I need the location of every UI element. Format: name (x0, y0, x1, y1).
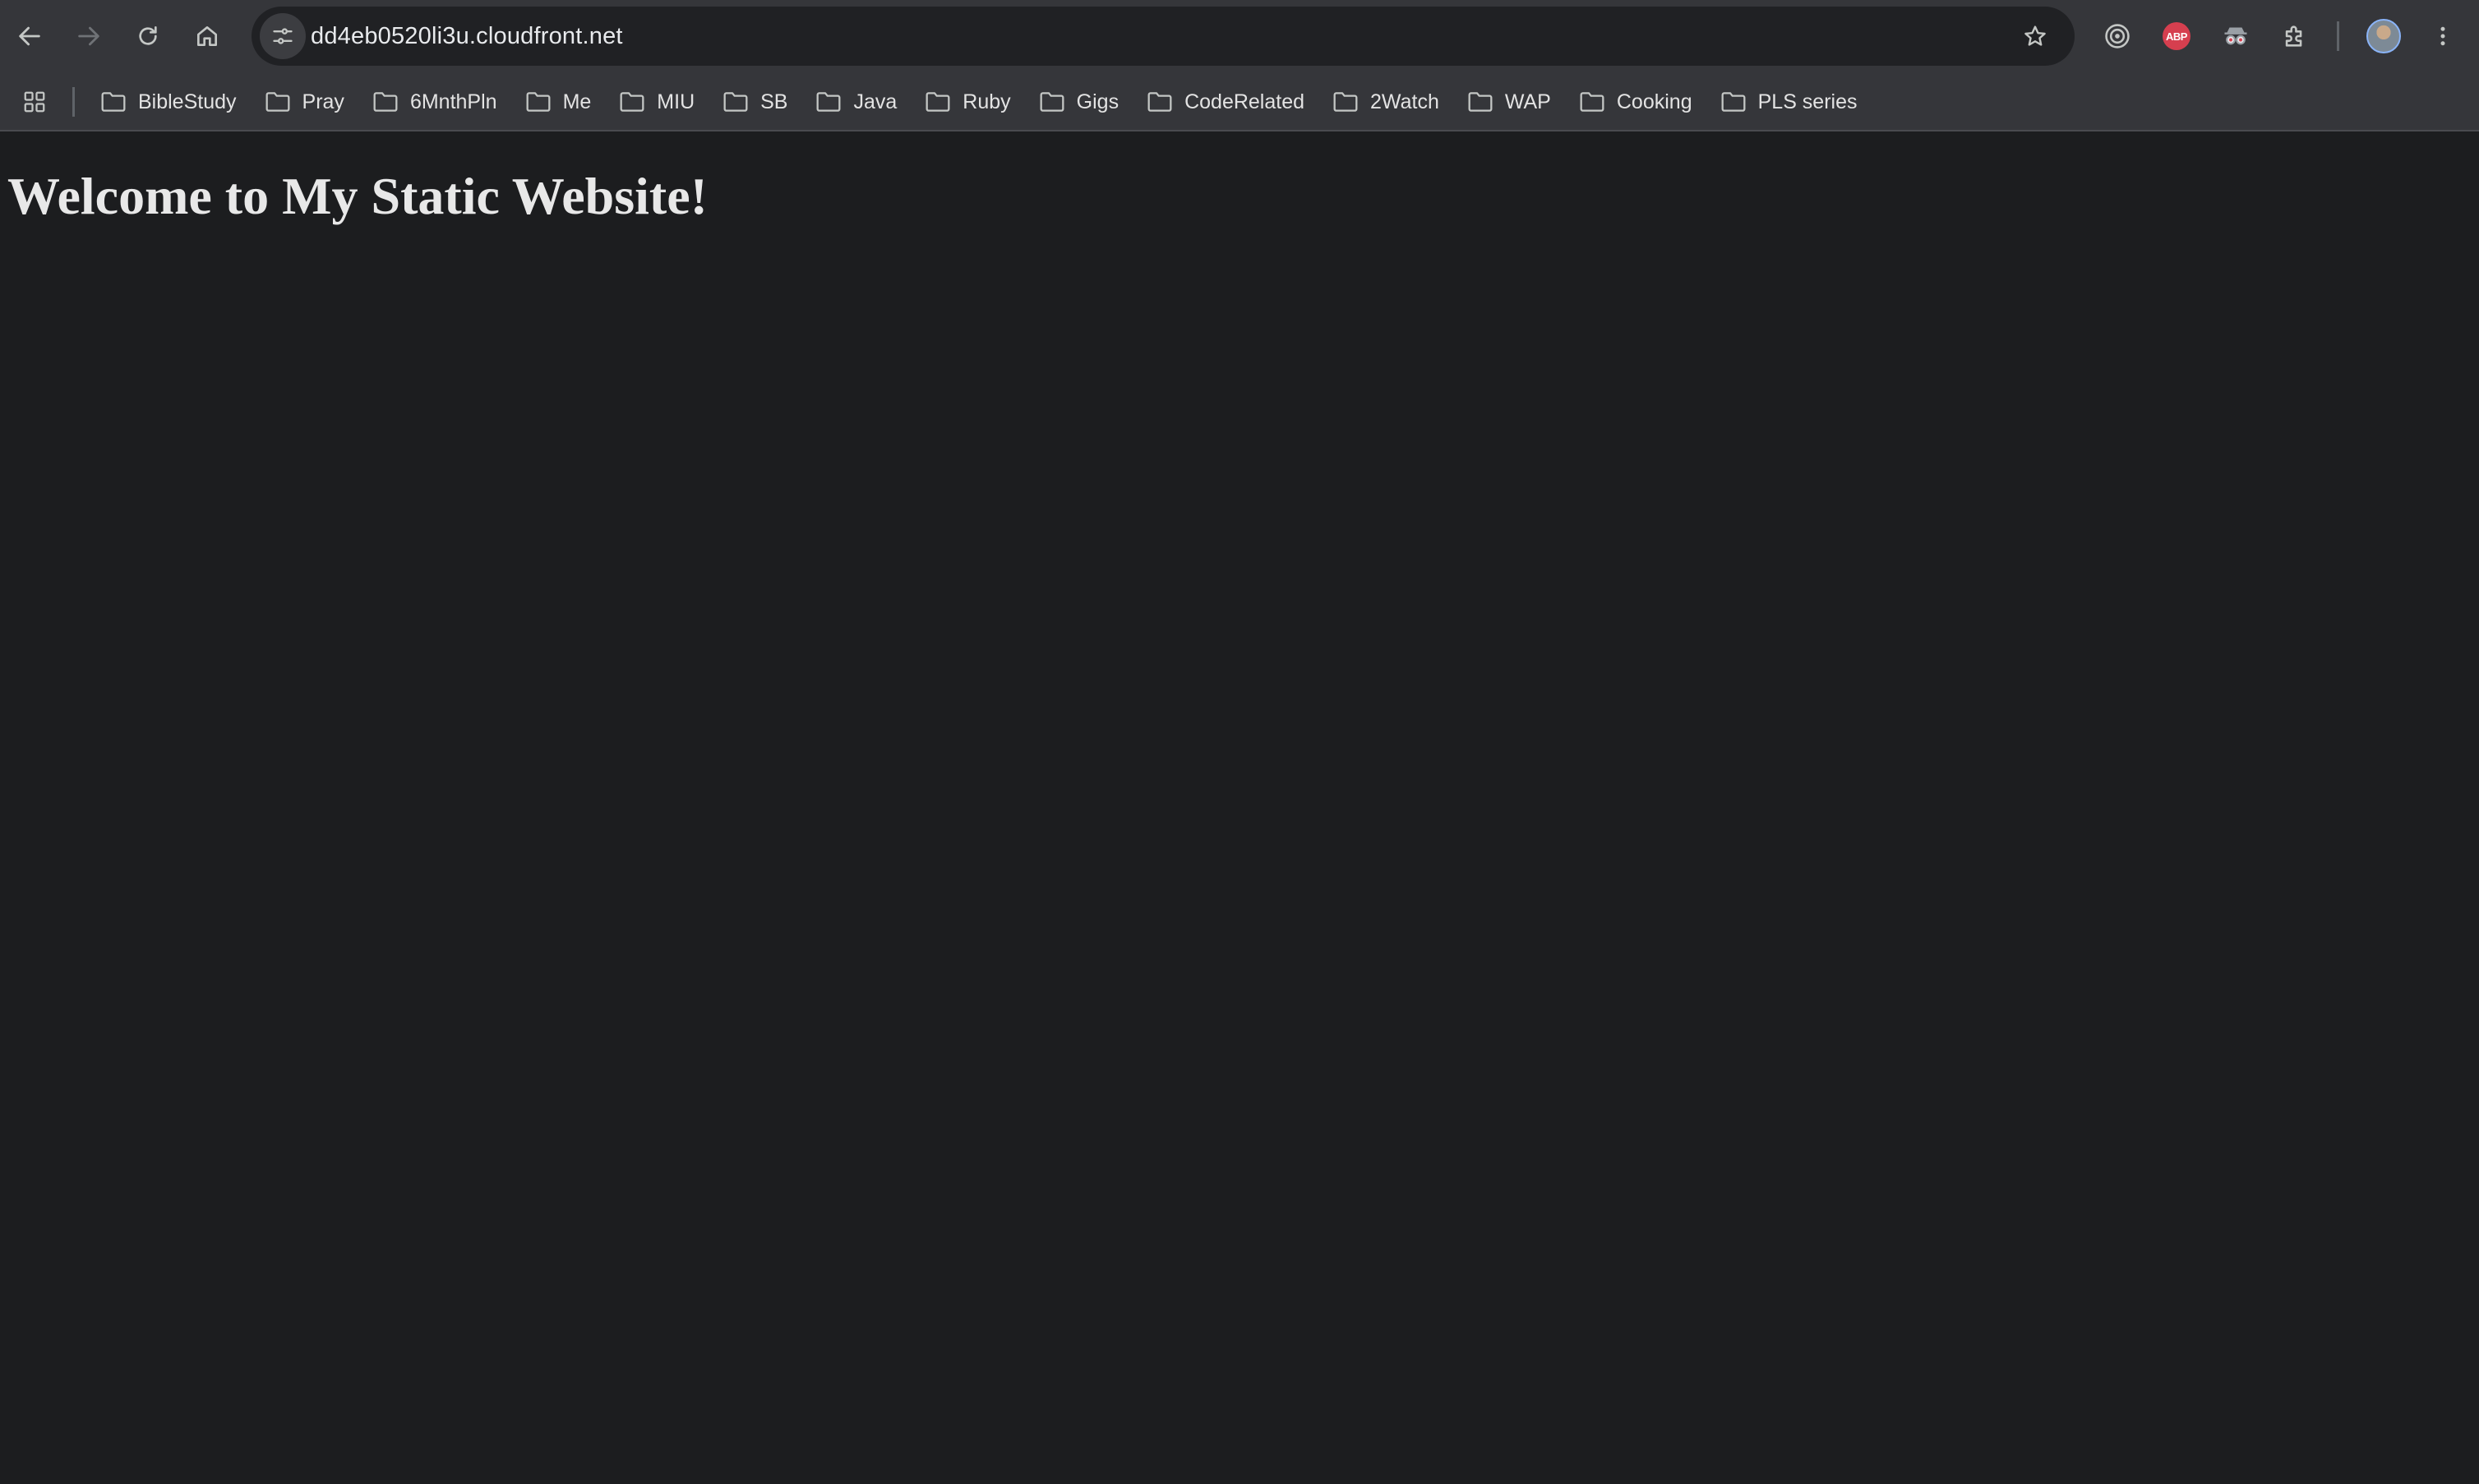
bookmarks-bar: BibleStudy Pray 6MnthPln Me MIU SB Java … (0, 72, 2479, 131)
bookmark-label: Gigs (1076, 90, 1119, 113)
bookmark-label: Me (562, 90, 592, 113)
bookmark-folder[interactable]: Cooking (1569, 79, 1706, 125)
site-info-button[interactable] (260, 13, 306, 59)
bookmark-folder[interactable]: 2Watch (1323, 79, 1452, 125)
folder-icon (1721, 92, 1746, 112)
forward-arrow-icon (78, 26, 99, 46)
folder-icon (526, 92, 551, 112)
bookmark-star-button[interactable] (2012, 13, 2058, 59)
puzzle-icon (2285, 25, 2302, 47)
reload-icon (139, 26, 157, 45)
bookmark-label: PLS series (1757, 90, 1858, 113)
bookmark-label: CodeRelated (1184, 90, 1305, 113)
folder-icon (1040, 92, 1064, 112)
toolbar-divider (2337, 21, 2339, 51)
forward-button[interactable] (59, 7, 118, 66)
extension-spy-button[interactable] (2208, 8, 2264, 64)
extension-target-button[interactable] (2089, 8, 2145, 64)
star-icon (2024, 25, 2046, 46)
folder-icon (817, 92, 841, 112)
bookmark-label: Ruby (963, 90, 1011, 113)
folder-icon (101, 92, 126, 112)
bookmark-folder[interactable]: BibleStudy (90, 79, 250, 125)
folder-icon (373, 92, 398, 112)
bookmark-folder[interactable]: Gigs (1029, 79, 1132, 125)
tune-icon (273, 28, 293, 44)
bookmarks-divider (72, 87, 75, 117)
home-icon (197, 26, 217, 46)
bookmark-label: 2Watch (1370, 90, 1439, 113)
bookmark-folder[interactable]: WAP (1457, 79, 1564, 125)
page-content: Welcome to My Static Website! (0, 131, 2479, 1484)
folder-icon (620, 92, 644, 112)
target-icon (2105, 24, 2130, 48)
page-heading: Welcome to My Static Website! (7, 167, 708, 225)
bookmark-folder[interactable]: CodeRelated (1137, 79, 1318, 125)
bookmark-folder[interactable]: Pray (255, 79, 358, 125)
bookmark-label: Pray (302, 90, 344, 113)
bookmark-label: Cooking (1616, 90, 1692, 113)
folder-icon (926, 92, 950, 112)
bookmark-label: MIU (657, 90, 695, 113)
reload-button[interactable] (118, 7, 178, 66)
bookmark-label: SB (760, 90, 788, 113)
apps-grid-icon (24, 91, 45, 113)
address-bar[interactable]: dd4eb0520li3u.cloudfront.net (252, 7, 2075, 66)
bookmark-folder[interactable]: Java (806, 79, 910, 125)
browser-menu-button[interactable] (2415, 8, 2471, 64)
bookmark-folder[interactable]: Ruby (915, 79, 1023, 125)
bookmark-folder[interactable]: PLS series (1710, 79, 1871, 125)
bookmark-folder[interactable]: SB (713, 79, 801, 125)
back-arrow-icon (19, 26, 40, 46)
bookmark-folder[interactable]: MIU (609, 79, 708, 125)
profile-button[interactable] (2356, 8, 2412, 64)
kebab-menu-icon (2440, 26, 2445, 46)
adblock-icon: ABP (2163, 22, 2190, 50)
avatar (2366, 19, 2401, 53)
url-text[interactable]: dd4eb0520li3u.cloudfront.net (311, 7, 623, 66)
extensions-button[interactable] (2267, 8, 2323, 64)
bookmark-folders: BibleStudy Pray 6MnthPln Me MIU SB Java … (90, 72, 1876, 131)
bookmark-label: BibleStudy (138, 90, 237, 113)
browser-window: dd4eb0520li3u.cloudfront.net ABP BibleSt… (0, 0, 2479, 1484)
folder-icon (1333, 92, 1358, 112)
apps-button[interactable] (20, 87, 49, 117)
folder-icon (1468, 92, 1493, 112)
folder-icon (1147, 92, 1172, 112)
bookmark-folder[interactable]: 6MnthPln (362, 79, 510, 125)
folder-icon (265, 92, 289, 112)
back-button[interactable] (0, 7, 59, 66)
adblock-plus-button[interactable]: ABP (2149, 8, 2204, 64)
bookmark-folder[interactable]: Me (515, 79, 605, 125)
bookmark-label: 6MnthPln (409, 90, 497, 113)
spy-glasses-icon (2224, 27, 2247, 45)
folder-icon (723, 92, 748, 112)
browser-toolbar: dd4eb0520li3u.cloudfront.net ABP (0, 0, 2479, 72)
folder-icon (1580, 92, 1604, 112)
home-button[interactable] (178, 7, 237, 66)
bookmark-label: WAP (1504, 90, 1551, 113)
bookmark-label: Java (853, 90, 898, 113)
